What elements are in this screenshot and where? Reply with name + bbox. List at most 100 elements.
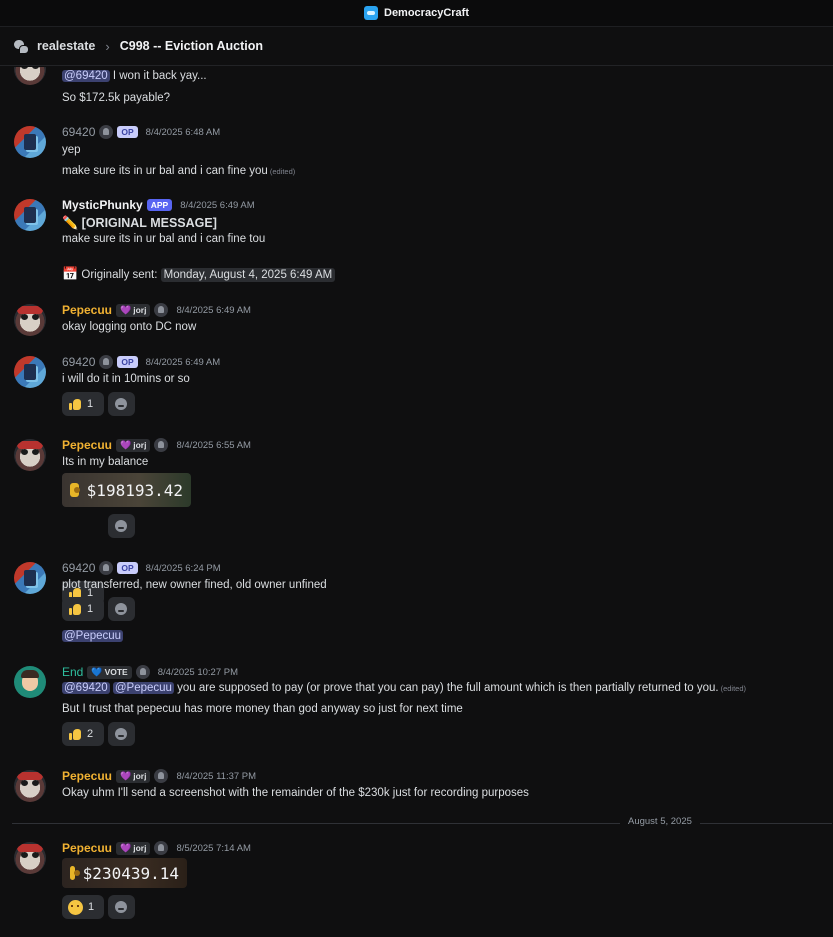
- op-badge: OP: [117, 126, 138, 138]
- author-name[interactable]: Pepecuu: [62, 841, 112, 855]
- date-divider-label: August 5, 2025: [620, 816, 700, 827]
- message-header: End 💙 VOTE 8/4/2025 10:27 PM: [62, 665, 238, 679]
- breadcrumb-forum[interactable]: realestate: [37, 39, 95, 53]
- heart-icon: 💜: [120, 439, 132, 450]
- op-badge: OP: [117, 356, 138, 368]
- balance-screenshot[interactable]: $198193.42: [62, 473, 191, 507]
- timestamp: 8/5/2025 7:14 AM: [176, 842, 251, 854]
- message-header: Pepecuu 💜 jorj 8/4/2025 11:37 PM: [62, 769, 256, 783]
- timestamp: 8/4/2025 6:55 AM: [176, 439, 251, 451]
- thinking-face-icon: [68, 899, 83, 915]
- author-name[interactable]: 69420: [62, 561, 95, 575]
- guild-tag-label: jorj: [133, 843, 147, 853]
- add-reaction-button[interactable]: [108, 895, 135, 919]
- role-icon: [99, 125, 114, 139]
- avatar[interactable]: [14, 304, 46, 336]
- calendar-icon: 📅: [62, 266, 79, 281]
- message-text: So $172.5k payable?: [62, 92, 171, 104]
- message-header: Pepecuu 💜 jorj 8/4/2025 6:55 AM: [62, 438, 251, 452]
- author-name[interactable]: MysticPhunky: [62, 198, 143, 212]
- message-text: make sure its in ur bal and i can fine y…: [62, 165, 295, 177]
- thread-title: C998 -- Eviction Auction: [119, 39, 264, 53]
- democracycraft-logo-icon: [364, 6, 378, 20]
- reaction-thinking[interactable]: 1: [62, 895, 104, 919]
- thumbs-up-icon: [68, 727, 82, 741]
- heart-icon: 💙: [91, 666, 103, 677]
- thumbs-up-icon: [68, 602, 82, 616]
- author-name[interactable]: Pepecuu: [62, 769, 112, 783]
- reaction-count: 1: [88, 901, 95, 913]
- add-reaction-button[interactable]: [108, 597, 135, 621]
- role-icon: [154, 303, 169, 317]
- user-mention[interactable]: @69420: [62, 682, 110, 694]
- timestamp: 8/4/2025 6:49 AM: [145, 356, 221, 368]
- guild-tag-label: jorj: [133, 305, 147, 315]
- avatar[interactable]: [14, 842, 46, 874]
- guild-tag[interactable]: 💜 jorj: [116, 438, 151, 452]
- avatar[interactable]: [14, 439, 46, 471]
- message-text: i will do it in 10mins or so: [62, 373, 190, 385]
- role-icon: [99, 355, 114, 369]
- timestamp: 8/4/2025 10:27 PM: [157, 666, 239, 678]
- message-text: make sure its in ur bal and i can fine t…: [62, 233, 266, 245]
- author-name[interactable]: Pepecuu: [62, 438, 112, 452]
- role-icon: [154, 841, 169, 855]
- app-name: DemocracyCraft: [384, 7, 469, 19]
- avatar[interactable]: [14, 770, 46, 802]
- balance-screenshot[interactable]: $230439.14: [62, 858, 187, 888]
- app-badge: APP: [146, 199, 173, 211]
- avatar[interactable]: [14, 666, 46, 698]
- message-header: 69420 OP 8/4/2025 6:48 AM: [62, 125, 220, 139]
- guild-tag[interactable]: 💜 jorj: [116, 769, 151, 783]
- add-reaction-button[interactable]: [108, 722, 135, 746]
- embed-heading: ✏️ [ORIGINAL MESSAGE]: [62, 215, 217, 231]
- role-icon: [135, 665, 150, 679]
- reaction-thumbs-up[interactable]: 1: [62, 392, 104, 416]
- timestamp: 8/4/2025 6:49 AM: [176, 304, 251, 316]
- date-divider: [12, 823, 832, 824]
- avatar[interactable]: [14, 562, 46, 594]
- reaction-thumbs-up[interactable]: 1: [62, 597, 104, 621]
- original-sent-line: 📅 Originally sent: Monday, August 4, 202…: [62, 266, 336, 282]
- message-header: MysticPhunky APP 8/4/2025 6:49 AM: [62, 198, 255, 212]
- user-mention[interactable]: @69420: [62, 70, 110, 82]
- author-name[interactable]: Pepecuu: [62, 303, 112, 317]
- avatar[interactable]: [14, 356, 46, 388]
- channel-header: realestate › C998 -- Eviction Auction: [0, 27, 833, 66]
- message-text: @Pepecuu: [62, 630, 124, 642]
- author-name[interactable]: 69420: [62, 125, 95, 139]
- guild-tag[interactable]: 💜 jorj: [116, 841, 151, 855]
- add-reaction-button[interactable]: [108, 392, 135, 416]
- coin-icon: [70, 866, 80, 880]
- message-text-part: I won it back yay...: [112, 70, 207, 82]
- reaction-count: 1: [87, 603, 94, 615]
- avatar[interactable]: [14, 126, 46, 158]
- reaction-count: 1: [87, 398, 94, 410]
- window-titlebar: DemocracyCraft: [0, 0, 833, 27]
- message-list[interactable]: @69420 I won it back yay... So $172.5k p…: [0, 67, 833, 937]
- message-text: yep: [62, 144, 81, 156]
- user-mention[interactable]: @Pepecuu: [112, 682, 174, 694]
- guild-tag-label: jorj: [133, 440, 147, 450]
- message-header: Pepecuu 💜 jorj 8/4/2025 6:49 AM: [62, 303, 251, 317]
- add-reaction-button[interactable]: [108, 514, 135, 538]
- author-name[interactable]: 69420: [62, 355, 95, 369]
- sent-timestamp[interactable]: Monday, August 4, 2025 6:49 AM: [160, 268, 336, 282]
- reaction-thumbs-up[interactable]: 2: [62, 722, 104, 746]
- forum-channel-icon: [14, 39, 29, 54]
- timestamp: 8/4/2025 6:48 AM: [145, 126, 221, 138]
- author-name[interactable]: End: [62, 665, 83, 679]
- user-mention[interactable]: @Pepecuu: [62, 630, 124, 642]
- guild-tag[interactable]: 💜 jorj: [116, 303, 151, 317]
- message-text-part: you are supposed to pay (or prove that y…: [177, 682, 719, 694]
- timestamp: 8/4/2025 6:49 AM: [180, 199, 255, 211]
- avatar[interactable]: [14, 199, 46, 231]
- avatar[interactable]: [14, 67, 46, 85]
- balance-amount: $230439.14: [82, 863, 179, 883]
- heart-icon: 💜: [120, 770, 132, 781]
- message-text: plot transferred, new owner fined, old o…: [62, 579, 327, 591]
- message-text: But I trust that pepecuu has more money …: [62, 703, 463, 715]
- breadcrumb-separator: ›: [105, 38, 110, 54]
- guild-tag[interactable]: 💙 VOTE: [87, 665, 132, 679]
- reaction-count: 2: [87, 728, 94, 740]
